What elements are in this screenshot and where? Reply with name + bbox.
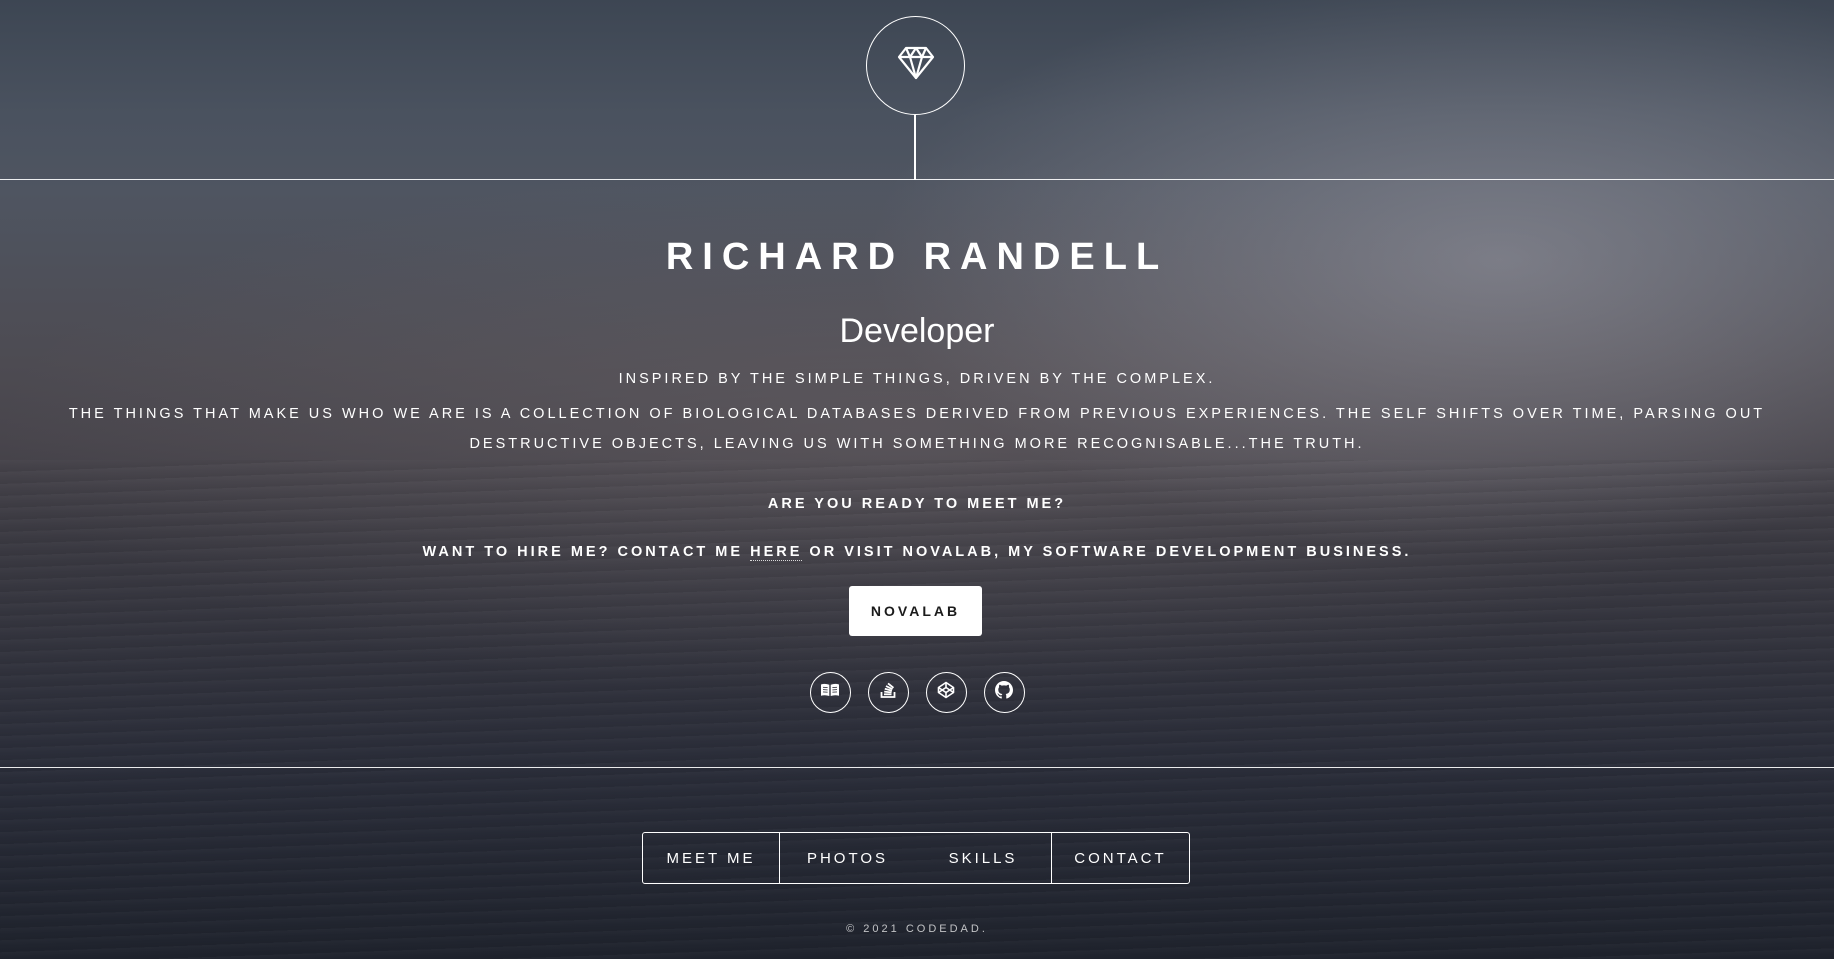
social-links xyxy=(0,672,1834,713)
stackoverflow-icon xyxy=(879,681,897,704)
github-icon xyxy=(995,681,1013,704)
bio-text: THE THINGS THAT MAKE US WHO WE ARE IS A … xyxy=(68,406,1766,452)
hire-text-prefix: WANT TO HIRE ME? CONTACT ME xyxy=(422,544,751,560)
social-link-codepen[interactable] xyxy=(925,672,967,713)
hire-text: WANT TO HIRE ME? CONTACT ME HERE OR VISI… xyxy=(0,544,1834,561)
person-role: Developer xyxy=(839,312,995,350)
social-link-stackoverflow[interactable] xyxy=(867,672,909,713)
footer-copyright: © 2021 CODEDAD. xyxy=(846,923,988,935)
social-link-book[interactable] xyxy=(809,672,851,713)
logo-connector-line xyxy=(914,115,916,180)
person-name: RICHARD RANDELL xyxy=(665,236,1169,278)
nav-item-meet-me[interactable]: MEET ME xyxy=(643,833,780,883)
hire-text-suffix: OR VISIT NOVALAB, MY SOFTWARE DEVELOPMEN… xyxy=(802,544,1412,560)
logo xyxy=(866,16,965,115)
intro-section: RICHARD RANDELL Developer INSPIRED BY TH… xyxy=(0,180,1834,767)
nav-item-contact[interactable]: CONTACT xyxy=(1052,833,1189,883)
social-link-github[interactable] xyxy=(983,672,1025,713)
nav-item-skills[interactable]: SKILLS xyxy=(915,833,1052,883)
novalab-button[interactable]: NOVALAB xyxy=(849,586,982,636)
ready-prompt: ARE YOU READY TO MEET ME? xyxy=(767,496,1067,512)
book-icon xyxy=(820,683,840,702)
contact-here-link[interactable]: HERE xyxy=(750,544,803,561)
main-nav: MEET ME PHOTOS SKILLS CONTACT xyxy=(642,832,1190,884)
codepen-icon xyxy=(937,681,955,704)
nav-item-photos[interactable]: PHOTOS xyxy=(780,833,915,883)
tagline: INSPIRED BY THE SIMPLE THINGS, DRIVEN BY… xyxy=(618,371,1216,387)
divider-bottom xyxy=(0,767,1834,768)
diamond-icon xyxy=(897,46,935,85)
